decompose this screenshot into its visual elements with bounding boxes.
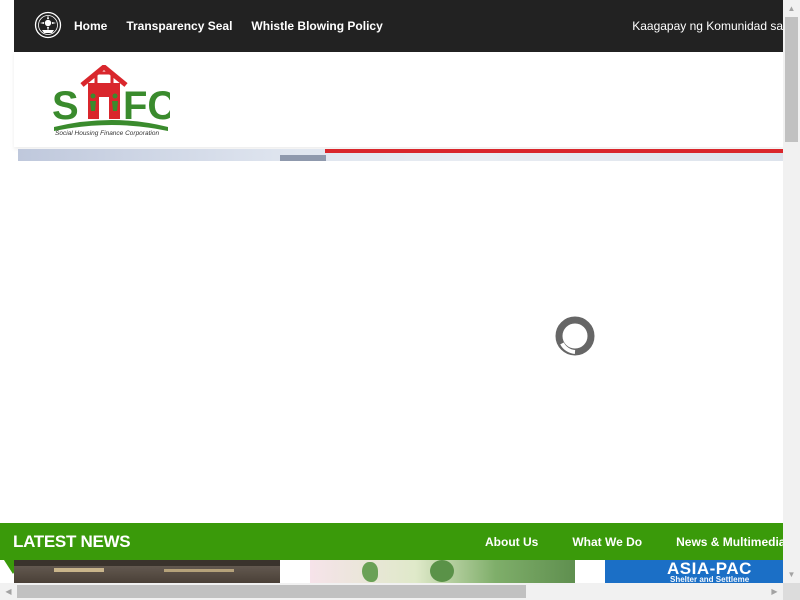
nav-what-we-do-link[interactable]: What We Do <box>572 535 642 549</box>
site-header: S FC Social Housing Finance Corporation <box>14 52 783 147</box>
vertical-scroll-thumb[interactable] <box>785 17 798 142</box>
hero-banner <box>18 149 783 161</box>
nav-news-multimedia-link[interactable]: News & Multimedia <box>676 535 783 549</box>
vertical-scrollbar[interactable]: ▲ ▼ <box>783 0 800 583</box>
loading-spinner-icon <box>555 316 595 356</box>
horizontal-scroll-thumb[interactable] <box>17 585 526 598</box>
tagline: Kaagapay ng Komunidad sa <box>632 19 783 33</box>
news-thumbnail[interactable]: ASIA-PAC Shelter and Settleme <box>605 560 783 583</box>
latest-news-title: LATEST NEWS <box>13 532 131 551</box>
hero-red-band <box>325 149 783 153</box>
scroll-down-arrow-icon[interactable]: ▼ <box>783 566 800 583</box>
top-bar: Home Transparency Seal Whistle Blowing P… <box>14 0 783 52</box>
logo-subtitle: Social Housing Finance Corporation <box>55 130 160 137</box>
top-nav: Home Transparency Seal Whistle Blowing P… <box>74 0 402 52</box>
government-seal-icon[interactable] <box>34 11 62 39</box>
page: Home Transparency Seal Whistle Blowing P… <box>0 0 783 583</box>
news-thumbnail-subtitle: Shelter and Settleme <box>670 575 750 583</box>
nav-transparency-seal-link[interactable]: Transparency Seal <box>126 19 232 33</box>
scrollbar-corner <box>783 583 800 600</box>
latest-news-bar: LATEST NEWS About Us What We Do News & M… <box>0 523 783 560</box>
nav-home-link[interactable]: Home <box>74 19 107 33</box>
scroll-right-arrow-icon[interactable]: ▶ <box>766 583 783 600</box>
news-thumbnails: ASIA-PAC Shelter and Settleme <box>0 560 783 583</box>
horizontal-scrollbar[interactable]: ◀ ▶ <box>0 583 783 600</box>
nav-whistle-blowing-policy-link[interactable]: Whistle Blowing Policy <box>251 19 382 33</box>
main-nav: About Us What We Do News & Multimedia <box>485 523 783 560</box>
hero-building-roof <box>280 155 326 161</box>
nav-about-us-link[interactable]: About Us <box>485 535 538 549</box>
news-thumbnail[interactable] <box>310 560 575 583</box>
scroll-left-arrow-icon[interactable]: ◀ <box>0 583 17 600</box>
svg-text:S: S <box>52 84 79 128</box>
news-thumbnail[interactable] <box>14 560 280 583</box>
scroll-up-arrow-icon[interactable]: ▲ <box>783 0 800 17</box>
